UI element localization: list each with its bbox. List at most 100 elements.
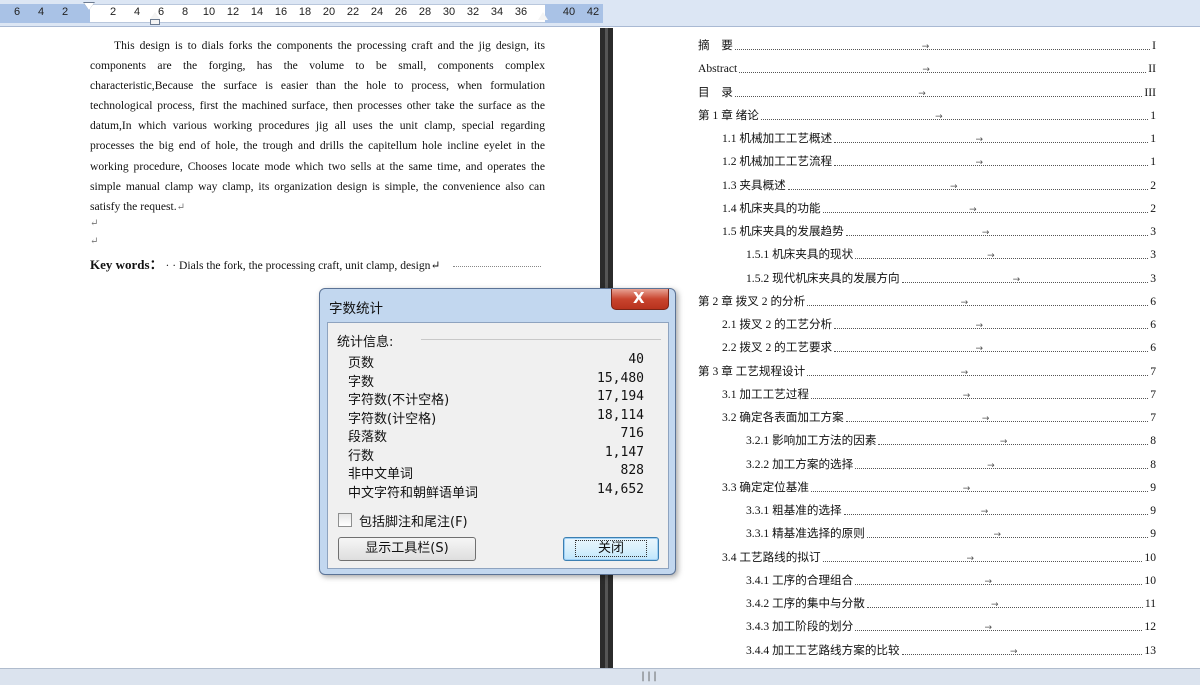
toc-entry-page: 10 (1144, 573, 1156, 587)
toc-entry-page: 9 (1150, 503, 1156, 517)
include-footnotes-label[interactable]: 包括脚注和尾注(F) (359, 511, 468, 530)
dialog-close-x-button[interactable]: X (611, 289, 669, 310)
toc-entry-title: 3.4.2 工序的集中与分散 (746, 597, 865, 610)
toc-entry-page: 12 (1144, 619, 1156, 633)
toc-entry-page: 7 (1150, 364, 1156, 378)
close-button[interactable]: 关闭 (563, 537, 659, 561)
include-footnotes-checkbox-row[interactable]: 包括脚注和尾注(F) (338, 511, 468, 530)
keywords-line[interactable]: Key words： · · Dials the fork, the proce… (90, 254, 545, 273)
statistic-value: 828 (620, 463, 644, 478)
tab-arrow-icon: → (960, 367, 969, 378)
toc-entry[interactable]: 3.4.2 工序的集中与分散 → 11 (746, 594, 1156, 612)
toc-entry-title: 2.1 拨叉 2 的工艺分析 (722, 318, 833, 331)
toc-entry-title: 1.5.2 现代机床夹具的发展方向 (746, 272, 900, 285)
ruler-tick-label: 4 (133, 6, 141, 18)
toc-leader-dots: → (807, 298, 1149, 308)
horizontal-scrollbar[interactable]: ||| (0, 668, 1200, 685)
tab-arrow-icon: → (935, 111, 943, 122)
statistic-row: 字数 15,480 (348, 371, 644, 390)
toc-entry[interactable]: 第 2 章 拨叉 2 的分析 → 6 (698, 292, 1156, 310)
statistic-value: 40 (628, 352, 644, 367)
ruler-tick-label: 20 (322, 6, 336, 18)
toc-entry[interactable]: 2.1 拨叉 2 的工艺分析 → 6 (722, 315, 1156, 333)
toc-leader-dots: → (901, 275, 1149, 285)
toc-entry[interactable]: 3.3.1 精基准选择的原则 → 9 (746, 524, 1156, 542)
abstract-paragraph[interactable]: This design is to dials forks the compon… (90, 36, 545, 218)
toc-entry[interactable]: 3.1 加工工艺过程 → 7 (722, 385, 1156, 403)
show-toolbar-button[interactable]: 显示工具栏(S) (338, 537, 476, 561)
toc-entry-page: 3 (1150, 224, 1156, 238)
toc-entry-title: 目 录 (698, 86, 733, 99)
tab-arrow-icon: → (980, 506, 989, 517)
dialog-title-bar[interactable]: 字数统计 X (320, 289, 675, 321)
statistic-label: 中文字符和朝鲜语单词 (348, 485, 479, 501)
ruler-tick-label: 8 (181, 6, 189, 18)
toc-entry[interactable]: 1.5.1 机床夹具的现状 → 3 (746, 245, 1156, 263)
toc-leader-dots: → (739, 65, 1147, 75)
word-count-dialog: 字数统计 X 统计信息: 页数 40 字数 15,480 字符数(不计空格) 17,194… (319, 288, 676, 575)
toc-entry-title: Abstract (698, 61, 738, 75)
toc-leader-dots: → (734, 42, 1151, 52)
ruler-tick-label: 18 (298, 6, 312, 18)
document-page-right[interactable]: 摘 要 → I Abstract → II 目 录 → III 第 1 章 绪论 → 1 1.1 机械加… (613, 28, 1200, 668)
tab-arrow-icon: → (960, 297, 969, 308)
scroll-grip-icon[interactable]: ||| (640, 671, 658, 682)
dialog-content: 统计信息: 页数 40 字数 15,480 字符数(不计空格) 17,194 字符数(计空格… (327, 322, 669, 569)
toc-entry[interactable]: Abstract → II (698, 59, 1156, 77)
toc-entry[interactable]: 2.2 拨叉 2 的工艺要求 → 6 (722, 338, 1156, 356)
toc-leader-dots: → (845, 228, 1149, 238)
toc-entry-title: 3.4 工艺路线的拟订 (722, 551, 821, 564)
toc-entry[interactable]: 摘 要 → I (698, 36, 1156, 54)
toc-entry[interactable]: 1.1 机械加工工艺概述 → 1 (722, 129, 1156, 147)
toc-entry[interactable]: 1.2 机械加工工艺流程 → 1 (722, 152, 1156, 170)
toc-entry-title: 3.3 确定定位基准 (722, 481, 809, 494)
toc-entry[interactable]: 3.4.1 工序的合理组合 → 10 (746, 571, 1156, 589)
tab-arrow-icon: → (987, 250, 995, 261)
toc-entry[interactable]: 第 3 章 工艺规程设计 → 7 (698, 362, 1156, 380)
hanging-indent-marker[interactable] (150, 12, 160, 19)
toc-entry-title: 1.2 机械加工工艺流程 (722, 155, 833, 168)
toc-entry-page: 1 (1150, 108, 1156, 122)
toc-entry-title: 1.1 机械加工工艺概述 (722, 132, 833, 145)
left-indent-marker[interactable] (150, 19, 160, 25)
toc-entry[interactable]: 第 1 章 绪论 → 1 (698, 106, 1156, 124)
toc-entry[interactable]: 1.5.2 现代机床夹具的发展方向 → 3 (746, 269, 1156, 287)
right-indent-marker[interactable] (538, 12, 548, 20)
toc-entry[interactable]: 1.4 机床夹具的功能 → 2 (722, 199, 1156, 217)
statistic-row: 页数 40 (348, 352, 644, 371)
toc-leader-dots: → (822, 205, 1149, 215)
ruler-tick-label: 10 (202, 6, 216, 18)
keywords-text: · · Dials the fork, the processing craft… (165, 259, 441, 272)
toc-entry[interactable]: 目 录 → III (698, 83, 1156, 101)
toc-entry[interactable]: 1.3 夹具概述 → 2 (722, 176, 1156, 194)
toc-leader-dots: → (845, 414, 1149, 424)
toc-entry[interactable]: 1.5 机床夹具的发展趋势 → 3 (722, 222, 1156, 240)
ruler-tick-label: 2 (61, 6, 69, 18)
toc-entry[interactable]: 3.2.1 影响加工方法的因素 → 8 (746, 431, 1156, 449)
toc-entry[interactable]: 3.2 确定各表面加工方案 → 7 (722, 408, 1156, 426)
toc-entry-page: I (1152, 38, 1156, 52)
toc-entry[interactable]: 3.4.3 加工阶段的划分 → 12 (746, 617, 1156, 635)
statistic-row: 非中文单词 828 (348, 463, 644, 482)
toc-leader-dots: → (810, 484, 1149, 494)
tab-arrow-icon: → (949, 181, 958, 192)
toc-leader-dots: → (807, 368, 1149, 378)
toc-entry[interactable]: 3.3.1 粗基准的选择 → 9 (746, 501, 1156, 519)
statistic-row: 行数 1,147 (348, 445, 644, 464)
statistic-label: 字符数(计空格) (348, 411, 437, 427)
ruler-tick-label: 26 (394, 6, 408, 18)
toc-leader-dots: → (760, 112, 1149, 122)
toc-entry[interactable]: 3.4 工艺路线的拟订 → 10 (722, 548, 1156, 566)
toc-entry-page: 6 (1150, 294, 1156, 308)
keywords-underline (453, 265, 542, 267)
include-footnotes-checkbox[interactable] (338, 513, 352, 527)
tab-arrow-icon: → (993, 529, 1001, 540)
group-separator (421, 339, 661, 340)
toc-entry[interactable]: 3.2.2 加工方案的选择 → 8 (746, 455, 1156, 473)
toc-entry-page: 9 (1150, 526, 1156, 540)
toc-leader-dots: → (810, 391, 1149, 401)
toc-entry-page: 9 (1150, 480, 1156, 494)
horizontal-ruler[interactable]: 6 4 2 2 4 6 8 10 12 14 16 18 20 22 24 26 28 30 32 34 36 40 42 (0, 0, 1200, 27)
toc-entry[interactable]: 3.4.4 加工工艺路线方案的比较 → 13 (746, 641, 1156, 659)
toc-entry[interactable]: 3.3 确定定位基准 → 9 (722, 478, 1156, 496)
